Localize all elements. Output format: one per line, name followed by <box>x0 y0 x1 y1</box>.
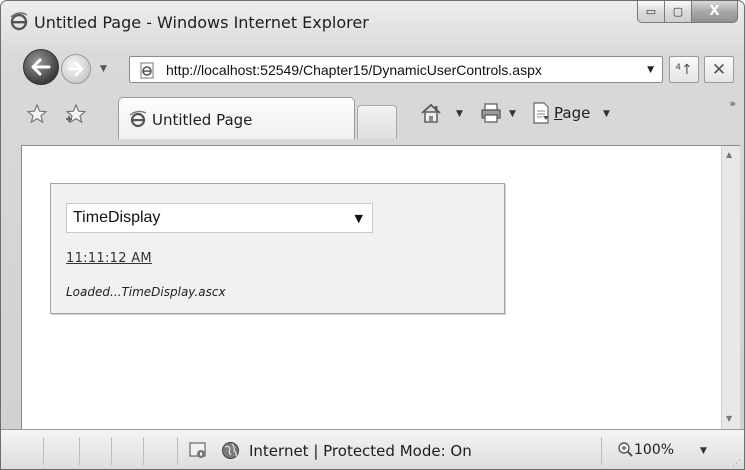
zoom-level[interactable]: 100% <box>634 442 674 458</box>
maximize-button[interactable]: ▢ <box>665 1 692 23</box>
minimize-icon: ▭ <box>645 5 657 18</box>
caption-buttons: ▭ ▢ X <box>637 1 738 23</box>
back-button[interactable] <box>23 49 59 85</box>
forward-button[interactable] <box>61 54 91 84</box>
internet-zone-icon[interactable] <box>221 441 240 460</box>
time-display-link[interactable]: 11:11:12 AM <box>66 251 152 266</box>
status-bar: Internet | Protected Mode: On 100% ▼ ⋰ <box>1 429 744 469</box>
navigation-bar: ▼ http://localhost:52549/Chapter15/Dynam… <box>1 45 744 89</box>
resize-grip-icon[interactable]: ⋰ <box>732 459 741 469</box>
page-viewport: TimeDisplay ▼ 11:11:12 AM Loaded...TimeD… <box>21 145 721 429</box>
print-icon[interactable] <box>480 103 502 123</box>
stop-icon: ✕ <box>711 59 727 80</box>
back-arrow-icon <box>31 58 51 76</box>
address-bar[interactable]: http://localhost:52549/Chapter15/Dynamic… <box>129 56 663 83</box>
loaded-message: Loaded...TimeDisplay.ascx <box>66 285 226 299</box>
page-menu-label: age <box>562 104 591 122</box>
add-favorite-icon[interactable] <box>64 103 88 125</box>
home-icon[interactable] <box>419 102 443 124</box>
status-divider <box>79 437 80 465</box>
page-icon <box>140 62 154 79</box>
close-button[interactable]: X <box>692 1 738 23</box>
stop-button[interactable]: ✕ <box>704 56 734 83</box>
protected-mode-icon[interactable] <box>189 441 208 460</box>
status-divider <box>43 437 44 465</box>
status-divider <box>111 437 112 465</box>
status-divider <box>143 437 144 465</box>
vertical-scrollbar[interactable]: ▲ ▼ <box>721 145 740 429</box>
scroll-up-icon[interactable]: ▲ <box>726 150 732 159</box>
more-commands-icon[interactable]: » <box>729 97 736 110</box>
tab-label: Untitled Page <box>152 111 253 129</box>
window-title: Untitled Page - Windows Internet Explore… <box>34 13 369 32</box>
internet-explorer-icon <box>129 110 147 128</box>
forward-arrow-icon <box>68 62 84 76</box>
title-bar: Untitled Page - Windows Internet Explore… <box>1 1 744 43</box>
refresh-icon: ⁴↑ <box>675 61 693 78</box>
tab-untitled-page[interactable]: Untitled Page <box>118 97 355 139</box>
page-menu-icon[interactable] <box>531 102 551 124</box>
chevron-down-icon[interactable]: ▼ <box>355 212 363 225</box>
minimize-button[interactable]: ▭ <box>637 1 665 23</box>
user-control-panel: TimeDisplay ▼ 11:11:12 AM Loaded...TimeD… <box>50 183 505 314</box>
control-dropdown-value: TimeDisplay <box>73 209 161 226</box>
close-icon: X <box>709 4 720 19</box>
page-menu-button[interactable]: Page <box>554 104 590 122</box>
zoom-dropdown-icon[interactable]: ▼ <box>700 446 707 456</box>
favorites-star-icon[interactable] <box>26 103 48 125</box>
new-tab-button[interactable] <box>357 105 397 139</box>
status-divider <box>601 437 602 465</box>
print-dropdown-icon[interactable]: ▼ <box>509 109 516 119</box>
scroll-down-icon[interactable]: ▼ <box>726 414 732 423</box>
security-zone-text[interactable]: Internet | Protected Mode: On <box>249 442 472 460</box>
address-url[interactable]: http://localhost:52549/Chapter15/Dynamic… <box>166 62 542 78</box>
zoom-icon[interactable] <box>617 441 634 458</box>
browser-window: Untitled Page - Windows Internet Explore… <box>0 0 745 470</box>
status-divider <box>177 437 178 465</box>
refresh-button[interactable]: ⁴↑ <box>669 56 699 83</box>
address-dropdown-icon[interactable]: ▼ <box>647 65 654 75</box>
maximize-icon: ▢ <box>672 5 684 18</box>
control-dropdown[interactable]: TimeDisplay ▼ <box>66 203 373 233</box>
page-dropdown-icon[interactable]: ▼ <box>603 109 610 119</box>
internet-explorer-icon <box>10 12 28 31</box>
home-dropdown-icon[interactable]: ▼ <box>456 109 463 119</box>
tab-bar: Untitled Page ▼ ▼ Page ▼ » <box>1 93 744 143</box>
recent-pages-dropdown-icon[interactable]: ▼ <box>100 64 107 74</box>
